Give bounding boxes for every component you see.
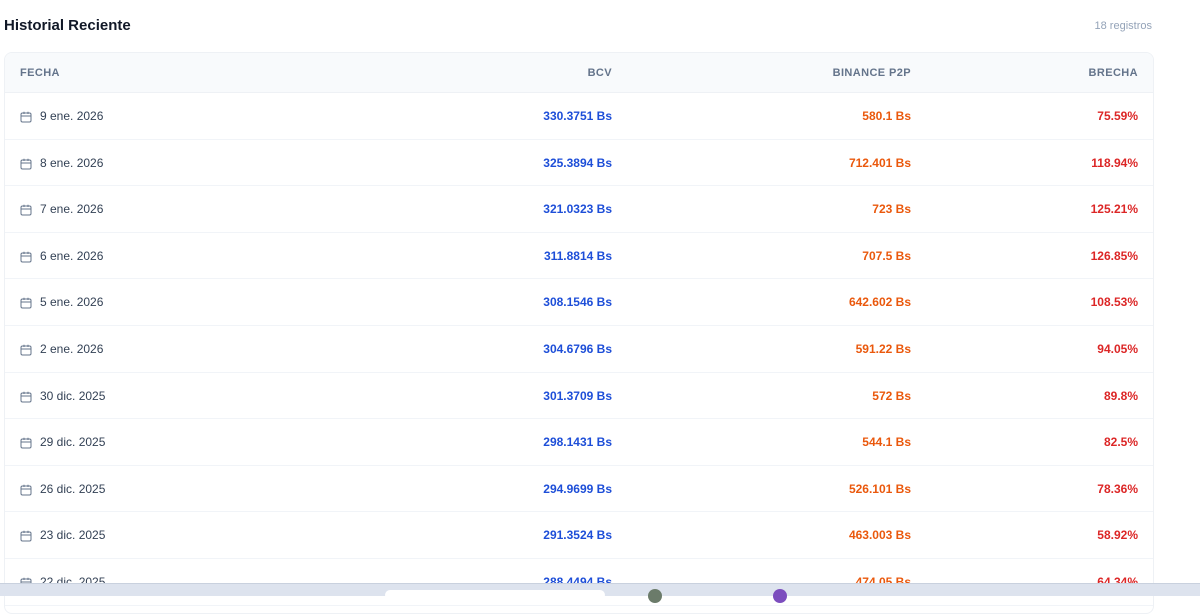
row-date: 9 ene. 2026 — [40, 109, 104, 123]
row-binance-rate: 572 Bs — [872, 388, 911, 403]
row-date: 7 ene. 2026 — [40, 202, 104, 217]
row-date: 29 dic. 2025 — [40, 435, 106, 450]
calendar-icon — [20, 390, 32, 403]
row-bcv-rate: 311.8814 Bs — [543, 248, 612, 263]
row-gap: 89.8% — [1103, 388, 1138, 403]
row-date: 30 dic. 2025 — [40, 388, 106, 403]
table-row[interactable]: 29 dic. 2025 298.1431 Bs 544.1 Bs 82.5% — [5, 419, 1153, 466]
row-date: 26 dic. 2025 — [40, 481, 106, 496]
table-row[interactable]: 23 dic. 2025 291.3524 Bs 463.003 Bs 58.92% — [5, 512, 1153, 559]
row-binance-rate: 712.401 Bs — [848, 155, 911, 170]
row-bcv-rate: 304.6796 Bs — [543, 341, 612, 356]
calendar-icon — [20, 250, 32, 263]
table-row[interactable]: 7 ene. 2026 321.0323 Bs 723 Bs 125.21% — [5, 186, 1153, 233]
row-binance-rate: 463.003 Bs — [848, 528, 911, 543]
row-binance-rate: 580.1 Bs — [862, 109, 911, 123]
row-binance-rate: 526.101 Bs — [848, 481, 911, 496]
calendar-icon — [20, 203, 32, 216]
row-bcv-rate: 330.3751 Bs — [543, 109, 612, 123]
row-gap: 108.53% — [1090, 295, 1138, 310]
calendar-icon — [20, 296, 32, 309]
calendar-icon — [20, 343, 32, 356]
row-gap: 82.5% — [1103, 435, 1138, 450]
table-header: FECHA BCV BINANCE P2P BRECHA — [5, 53, 1153, 93]
calendar-icon — [20, 483, 32, 496]
row-gap: 125.21% — [1090, 202, 1138, 217]
taskbar-app-icon[interactable] — [773, 589, 787, 603]
row-bcv-rate: 325.3894 Bs — [543, 155, 612, 170]
calendar-icon — [20, 436, 32, 449]
table-row[interactable]: 26 dic. 2025 294.9699 Bs 526.101 Bs 78.36% — [5, 466, 1153, 513]
calendar-icon — [20, 157, 32, 170]
history-table: FECHA BCV BINANCE P2P BRECHA 9 ene. 2026… — [4, 52, 1154, 614]
row-gap: 118.94% — [1091, 155, 1138, 170]
column-header-bcv[interactable]: BCV — [588, 67, 612, 79]
row-binance-rate: 707.5 Bs — [862, 248, 911, 263]
row-bcv-rate: 301.3709 Bs — [543, 388, 612, 403]
calendar-icon — [20, 529, 32, 542]
row-bcv-rate: 308.1546 Bs — [543, 295, 612, 310]
table-row[interactable]: 5 ene. 2026 308.1546 Bs 642.602 Bs 108.53% — [5, 279, 1153, 326]
taskbar-search[interactable] — [385, 590, 605, 600]
table-row[interactable]: 2 ene. 2026 304.6796 Bs 591.22 Bs 94.05% — [5, 326, 1153, 373]
row-binance-rate: 723 Bs — [872, 202, 911, 217]
column-header-fecha[interactable]: FECHA — [20, 67, 60, 79]
row-date: 23 dic. 2025 — [40, 528, 106, 543]
row-bcv-rate: 294.9699 Bs — [543, 481, 612, 496]
row-gap: 126.85% — [1090, 248, 1138, 263]
row-date: 5 ene. 2026 — [40, 295, 104, 310]
table-row[interactable]: 6 ene. 2026 311.8814 Bs 707.5 Bs 126.85% — [5, 233, 1153, 280]
row-bcv-rate: 321.0323 Bs — [543, 202, 612, 217]
row-gap: 58.92% — [1097, 528, 1138, 543]
taskbar-avatar[interactable] — [648, 589, 662, 603]
table-body: 9 ene. 2026 330.3751 Bs 580.1 Bs 75.59% 8 en… — [5, 93, 1153, 606]
row-bcv-rate: 291.3524 Bs — [543, 528, 612, 543]
table-row[interactable]: 8 ene. 2026 325.3894 Bs 712.401 Bs 118.94% — [5, 140, 1153, 187]
row-gap: 94.05% — [1097, 341, 1138, 356]
row-gap: 75.59% — [1097, 109, 1138, 123]
table-row[interactable]: 9 ene. 2026 330.3751 Bs 580.1 Bs 75.59% — [5, 93, 1153, 140]
row-date: 8 ene. 2026 — [40, 155, 104, 170]
column-header-binance[interactable]: BINANCE P2P — [833, 67, 911, 79]
section-header: Historial Reciente 18 registros — [0, 0, 1200, 52]
row-binance-rate: 544.1 Bs — [862, 435, 911, 450]
row-binance-rate: 642.602 Bs — [848, 295, 911, 310]
row-date: 2 ene. 2026 — [40, 341, 104, 356]
row-date: 6 ene. 2026 — [40, 248, 104, 263]
calendar-icon — [20, 110, 32, 123]
section-title: Historial Reciente — [4, 17, 131, 34]
table-row[interactable]: 30 dic. 2025 301.3709 Bs 572 Bs 89.8% — [5, 373, 1153, 420]
row-gap: 78.36% — [1097, 481, 1138, 496]
row-binance-rate: 591.22 Bs — [855, 341, 911, 356]
row-bcv-rate: 298.1431 Bs — [543, 435, 612, 450]
records-count: 18 registros — [1094, 20, 1152, 32]
column-header-brecha[interactable]: BRECHA — [1089, 67, 1138, 79]
